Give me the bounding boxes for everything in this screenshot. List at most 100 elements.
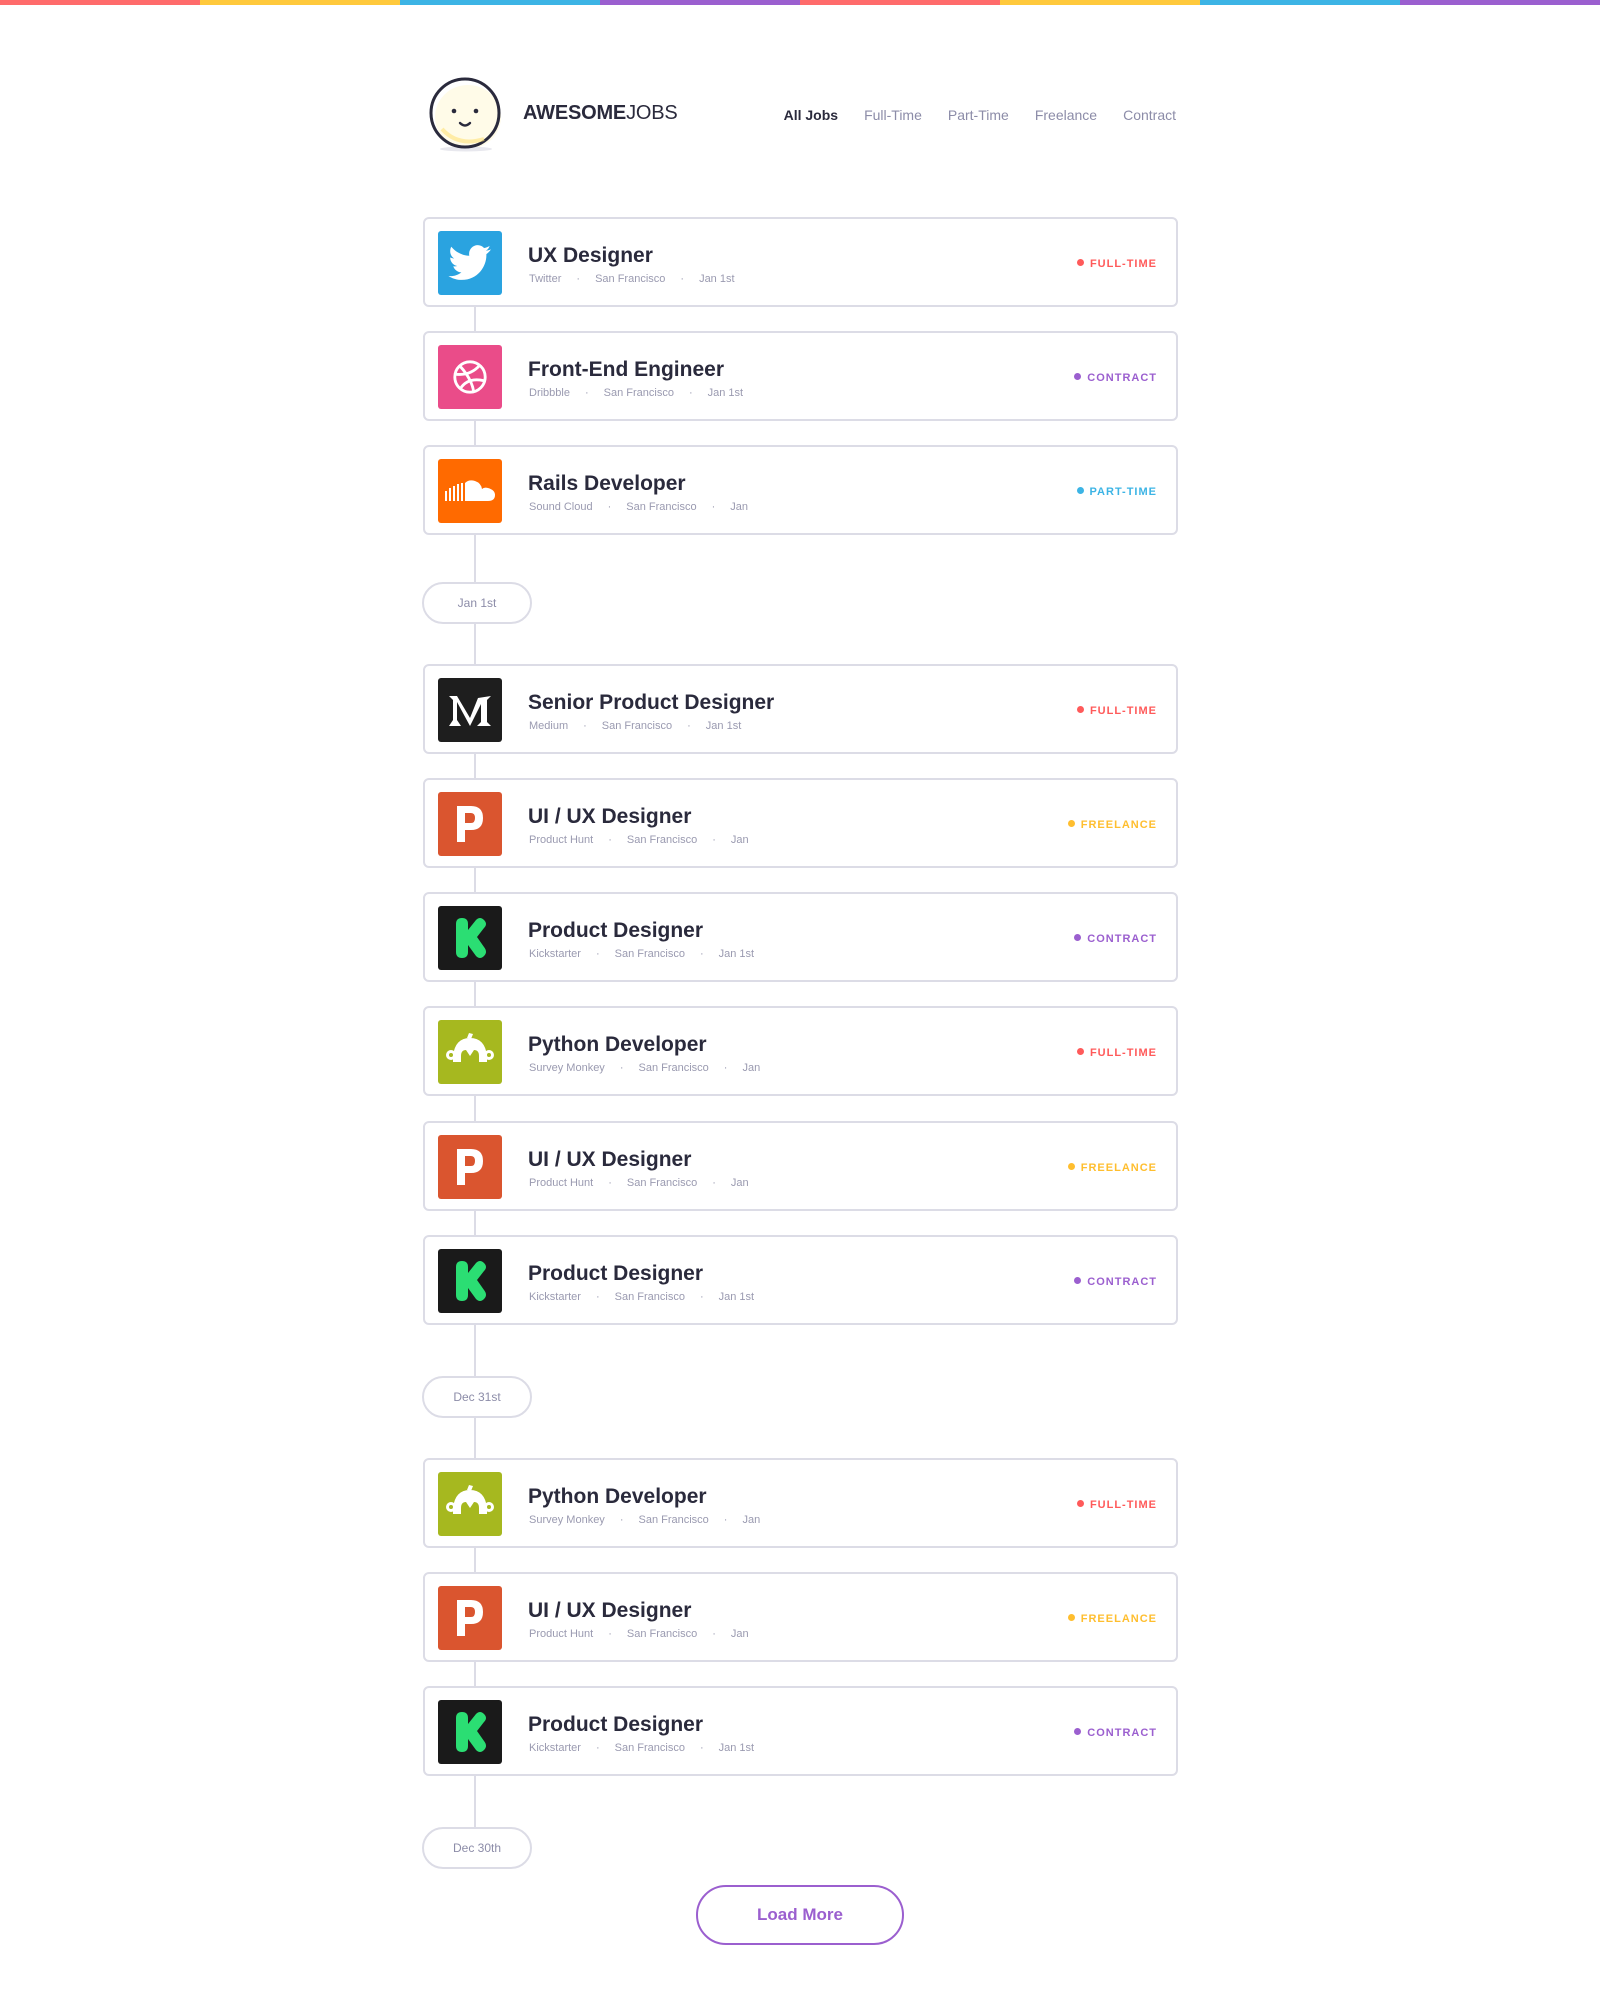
meta-separator: · [699, 1742, 704, 1754]
status-dot-icon [1074, 373, 1082, 380]
meta-separator: · [608, 834, 612, 846]
surveymonkey-icon [438, 1472, 502, 1536]
job-title[interactable]: Python Developer [528, 1033, 707, 1057]
job-location: San Francisco [626, 1177, 698, 1189]
meta-separator: · [723, 1514, 728, 1526]
job-title[interactable]: Product Designer [528, 1713, 703, 1737]
meta-separator: · [712, 1177, 716, 1189]
job-date: Jan [730, 1628, 749, 1640]
rainbow-bar [0, 0, 1600, 5]
job-title[interactable]: Product Designer [528, 1262, 703, 1286]
job-company: Survey Monkey [529, 1514, 605, 1526]
job-company: Kickstarter [529, 1291, 581, 1303]
job-title[interactable]: Front-End Engineer [528, 358, 724, 382]
job-company: Product Hunt [529, 1177, 594, 1189]
job-meta: Medium · San Francisco · Jan 1st [529, 720, 741, 732]
header: AWESOMEJOBS All Jobs Full-Time Part-Time… [428, 77, 1176, 153]
kickstarter-icon [438, 906, 502, 970]
job-card[interactable]: Rails Developer Sound Cloud · San Francisco… [423, 445, 1178, 535]
status-dot-icon [1076, 1500, 1084, 1507]
job-card[interactable]: Front-End Engineer Dribbble · San Francisco… [423, 331, 1178, 421]
job-meta: Survey Monkey · San Francisco · Jan [529, 1062, 760, 1074]
meta-separator: · [699, 948, 704, 960]
meta-separator: · [595, 948, 600, 960]
meta-separator: · [608, 1628, 612, 1640]
load-more-button[interactable]: Load More [696, 1885, 904, 1945]
job-card[interactable]: Senior Product Designer Medium · San Franci… [423, 664, 1178, 754]
job-company: Kickstarter [529, 948, 581, 960]
meta-separator: · [619, 1062, 624, 1074]
job-meta: Sound Cloud · San Francisco · Jan [529, 501, 748, 513]
job-type-label: CONTRACT [1087, 1276, 1157, 1288]
job-date: Jan 1st [699, 273, 735, 285]
job-meta: Product Hunt · San Francisco · Jan [529, 1177, 749, 1189]
job-type-label: FULL-TIME [1089, 1499, 1157, 1511]
nav-freelance[interactable]: Freelance [1035, 107, 1097, 123]
surveymonkey-icon [438, 1020, 502, 1084]
status-dot-icon [1076, 487, 1084, 494]
job-title[interactable]: UI / UX Designer [528, 1599, 691, 1623]
status-dot-icon [1074, 934, 1082, 941]
producthunt-icon [438, 792, 502, 856]
date-divider: Dec 31st [422, 1376, 532, 1418]
job-title[interactable]: Product Designer [528, 919, 703, 943]
job-card[interactable]: Product Designer Kickstarter · San Francisc… [423, 1235, 1178, 1325]
rainbow-segment [1400, 0, 1600, 5]
job-date: Jan 1st [705, 720, 742, 732]
job-type-badge: FULL-TIME [1076, 1499, 1157, 1511]
job-title[interactable]: Rails Developer [528, 472, 686, 496]
job-card[interactable]: Python Developer Survey Monkey · San Franci… [423, 1006, 1178, 1096]
job-location: San Francisco [626, 834, 698, 846]
meta-separator: · [595, 1291, 600, 1303]
job-type-badge: CONTRACT [1074, 933, 1157, 945]
job-title[interactable]: Senior Product Designer [528, 691, 774, 715]
job-title[interactable]: UX Designer [528, 244, 653, 268]
job-title[interactable]: Python Developer [528, 1485, 707, 1509]
meta-separator: · [576, 273, 581, 285]
job-card[interactable]: UI / UX Designer Product Hunt · San Francis… [423, 778, 1178, 868]
job-card[interactable]: UI / UX Designer Product Hunt · San Francis… [423, 1572, 1178, 1662]
job-type-label: FREELANCE [1080, 1613, 1157, 1625]
job-date: Jan 1st [718, 948, 755, 960]
nav-part-time[interactable]: Part-Time [948, 107, 1009, 123]
job-card[interactable]: Python Developer Survey Monkey · San Franci… [423, 1458, 1178, 1548]
smiley-logo-icon[interactable] [428, 77, 504, 153]
rainbow-segment [1000, 0, 1200, 5]
job-location: San Francisco [595, 273, 666, 285]
meta-separator: · [608, 1177, 612, 1189]
brand-name[interactable]: AWESOMEJOBS [523, 102, 678, 125]
job-company: Kickstarter [529, 1742, 581, 1754]
status-dot-icon [1076, 259, 1084, 266]
job-meta: Product Hunt · San Francisco · Jan [529, 1628, 749, 1640]
job-card[interactable]: Product Designer Kickstarter · San Francisc… [423, 1686, 1178, 1776]
job-card[interactable]: Product Designer Kickstarter · San Francisc… [423, 892, 1178, 982]
job-card[interactable]: UX Designer Twitter · San Francisco · Jan 1st… [423, 217, 1178, 307]
nav-contract[interactable]: Contract [1123, 107, 1176, 123]
status-dot-icon [1074, 1277, 1082, 1284]
meta-separator: · [607, 501, 612, 513]
status-dot-icon [1076, 1048, 1084, 1055]
job-meta: Kickstarter · San Francisco · Jan 1st [529, 948, 754, 960]
job-type-badge: FULL-TIME [1076, 1047, 1157, 1059]
job-card[interactable]: UI / UX Designer Product Hunt · San Francis… [423, 1121, 1178, 1211]
job-title[interactable]: UI / UX Designer [528, 805, 691, 829]
job-meta: Survey Monkey · San Francisco · Jan [529, 1514, 760, 1526]
dribbble-icon [438, 345, 502, 409]
meta-separator: · [699, 1291, 704, 1303]
job-type-badge: FREELANCE [1067, 1162, 1157, 1174]
job-meta: Product Hunt · San Francisco · Jan [529, 834, 749, 846]
job-date: Jan 1st [718, 1742, 755, 1754]
job-type-label: FREELANCE [1080, 819, 1157, 831]
medium-icon [438, 678, 502, 742]
job-date: Jan [730, 834, 749, 846]
job-type-badge: CONTRACT [1074, 372, 1157, 384]
job-date: Jan [730, 1177, 749, 1189]
kickstarter-icon [438, 1249, 502, 1313]
nav-all-jobs[interactable]: All Jobs [784, 107, 838, 123]
meta-separator: · [619, 1514, 624, 1526]
job-title[interactable]: UI / UX Designer [528, 1148, 691, 1172]
nav-full-time[interactable]: Full-Time [864, 107, 922, 123]
job-type-nav: All Jobs Full-Time Part-Time Freelance C… [784, 107, 1176, 123]
meta-separator: · [688, 387, 693, 399]
kickstarter-icon [438, 1700, 502, 1764]
